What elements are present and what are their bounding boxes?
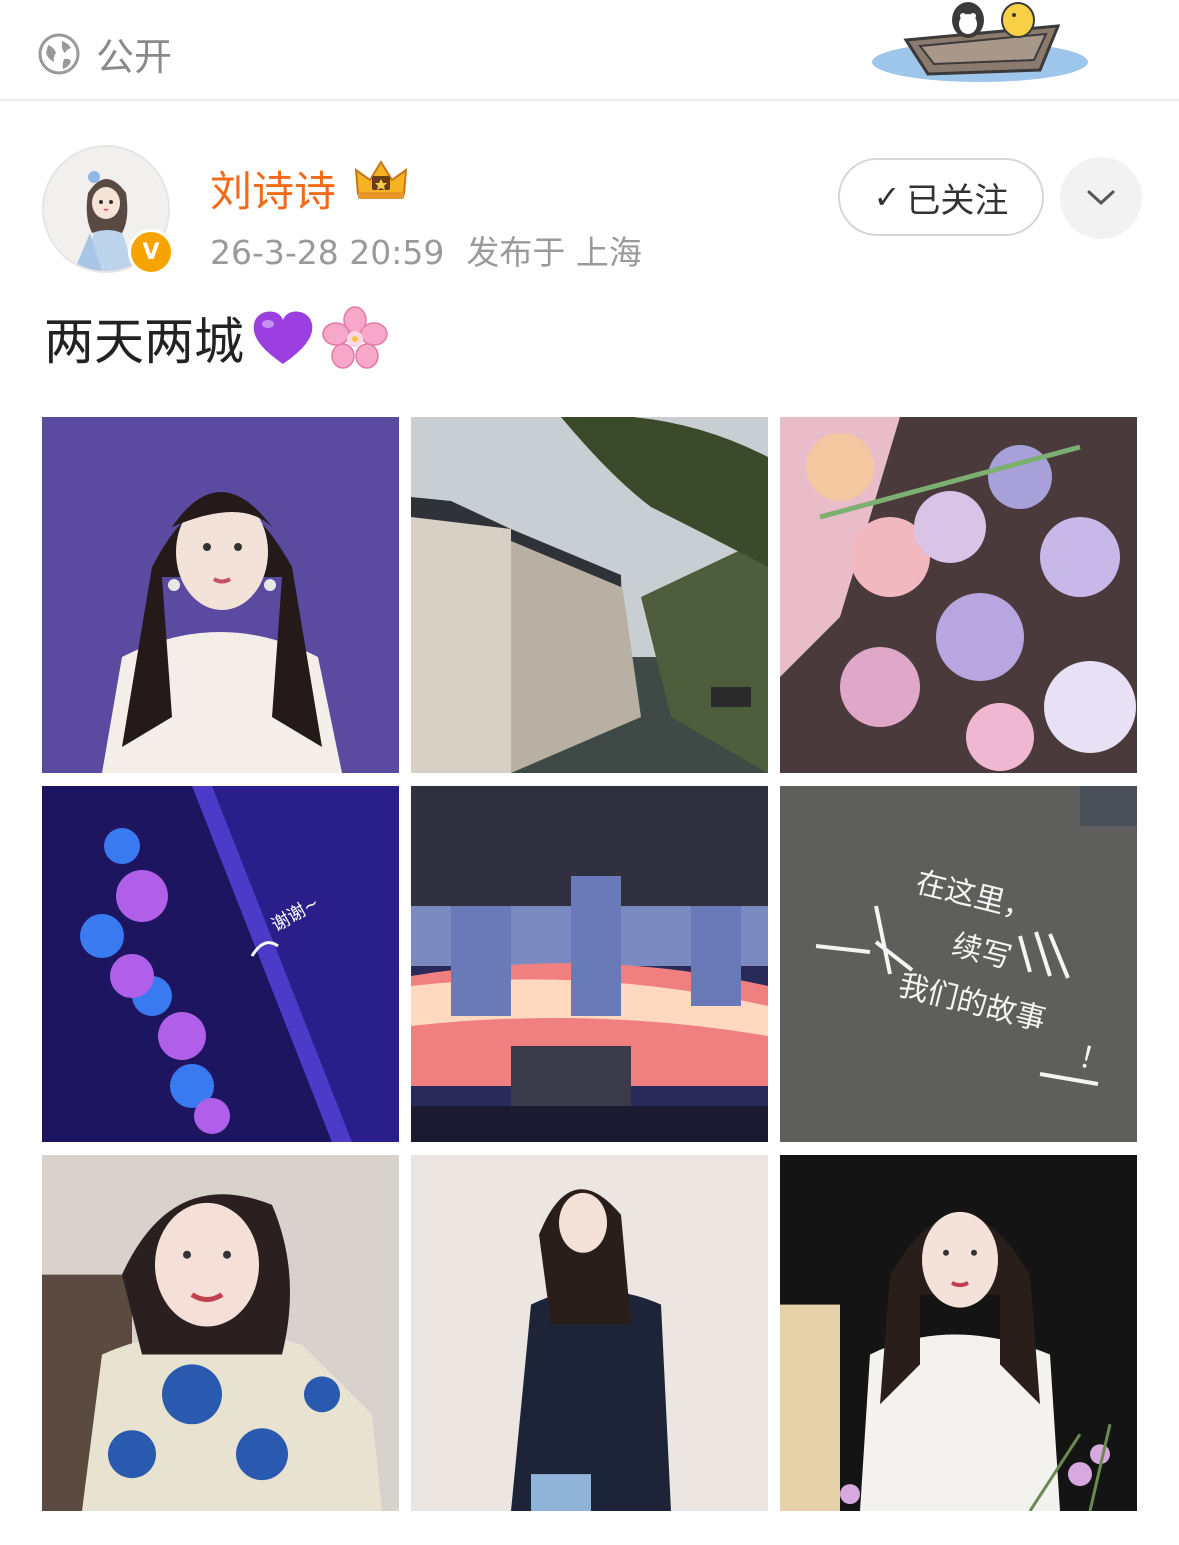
post-text: 两天两城 (44, 302, 388, 374)
visibility-indicator[interactable]: 公开 (38, 26, 172, 81)
photo-portrait-white-blouse[interactable] (42, 417, 399, 773)
follow-button[interactable]: ✓ 已关注 (838, 158, 1044, 236)
purple-heart-icon (253, 311, 313, 364)
avatar[interactable]: V (42, 145, 174, 275)
photo-chalk-wall-message[interactable]: 在这里， 续写 我们的故事 ！ (780, 786, 1137, 1142)
top-bar: 公开 (0, 0, 1179, 101)
more-button[interactable] (1060, 157, 1142, 239)
globe-icon (38, 33, 80, 74)
post-text-content: 两天两城 (44, 313, 244, 371)
photo-blue-hair-ornament[interactable]: 谢谢~ (42, 786, 399, 1142)
cherry-blossom-icon (322, 306, 388, 369)
chevron-down-icon (1087, 190, 1115, 205)
photo-canal-town[interactable] (411, 417, 768, 773)
photo-grid: 谢谢~ 在这里， 续写 我们的故事 ！ (42, 417, 1138, 1512)
photo-portrait-lace-top[interactable] (780, 1155, 1137, 1511)
follow-label: 已关注 (906, 180, 1009, 221)
post-header: V 刘诗诗 26-3-28 20:59 发布于 上海 ✓ 已关注 (0, 100, 1179, 300)
post-date: 26-3-28 20:59 (210, 233, 445, 272)
post-meta: 26-3-28 20:59 发布于 上海 (210, 226, 664, 274)
check-icon: ✓ (873, 178, 901, 216)
verified-badge: V (128, 229, 174, 275)
photo-portrait-navy-blazer[interactable] (411, 1155, 768, 1511)
visibility-label: 公开 (96, 35, 173, 79)
photo-stage-set[interactable] (411, 786, 768, 1142)
crown-icon (354, 160, 408, 199)
photo-portrait-embroidered-dress[interactable] (42, 1155, 399, 1511)
boat-sticker (872, 2, 1088, 82)
photo-flower-bouquet[interactable] (780, 417, 1137, 773)
author-name[interactable]: 刘诗诗 (210, 158, 336, 219)
post-location: 发布于 上海 (466, 233, 642, 272)
